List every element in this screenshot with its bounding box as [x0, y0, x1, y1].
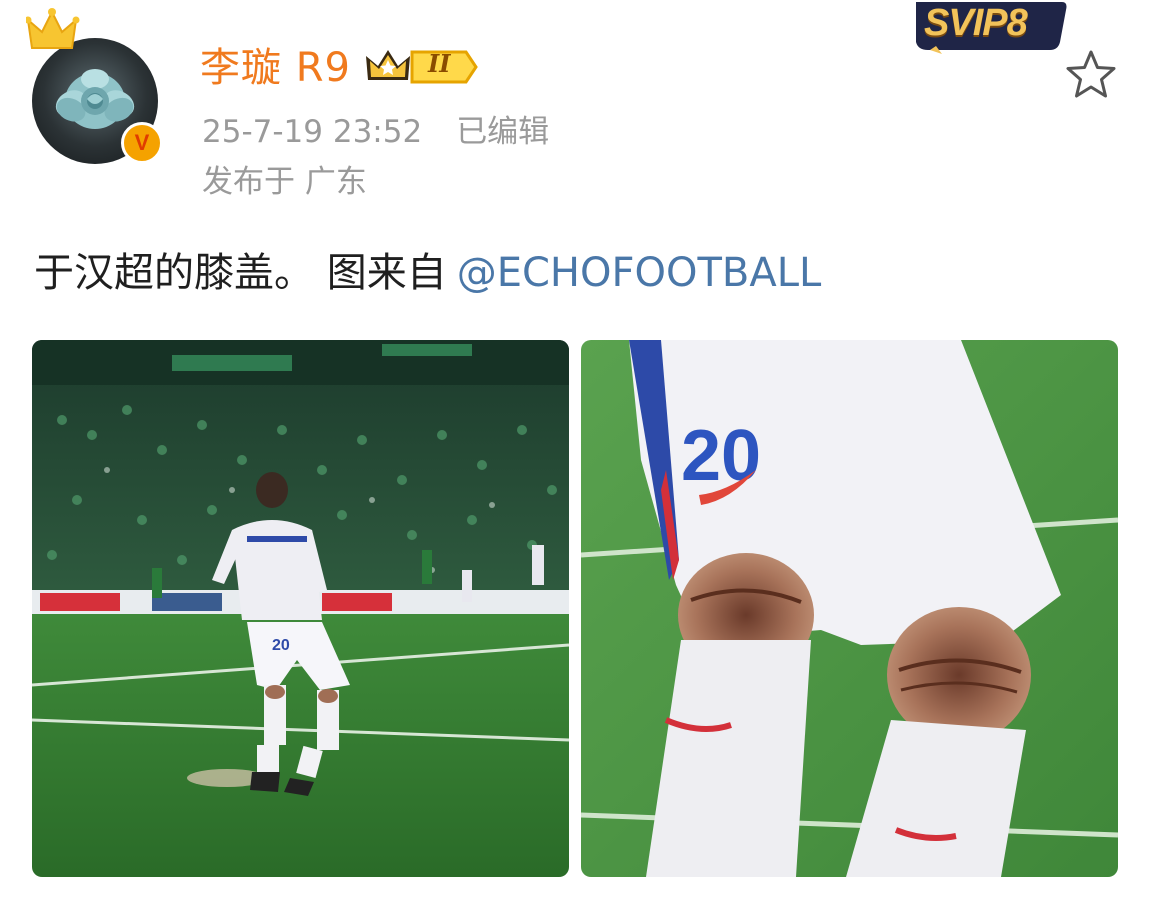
svip-badge[interactable]: SVIP8: [910, 0, 1068, 54]
svg-text:20: 20: [681, 416, 761, 496]
post-meta: 25-7-19 23:52 已编辑: [202, 110, 549, 154]
rank-badge-label: II: [428, 49, 451, 78]
crown-rank-icon: [366, 50, 478, 84]
rank-badge[interactable]: II: [362, 44, 480, 90]
post-image-1[interactable]: 20: [32, 340, 569, 877]
crown-icon: [26, 8, 80, 49]
mention-link[interactable]: @ECHOFOOTBALL: [457, 250, 822, 296]
username[interactable]: 李璇 R9: [200, 42, 351, 94]
timestamp: 25-7-19 23:52: [202, 114, 423, 150]
edited-label[interactable]: 已编辑: [456, 114, 549, 150]
post-text-body: 于汉超的膝盖。 图来自: [34, 250, 447, 296]
svip-badge-label: SVIP8: [924, 2, 1028, 44]
post-text: 于汉超的膝盖。 图来自 @ECHOFOOTBALL: [34, 244, 821, 302]
post-location: 发布于 广东: [202, 164, 367, 200]
football-player-image: 20: [32, 340, 569, 877]
player-knees-closeup-image: 20: [581, 340, 1118, 877]
post-image-2[interactable]: 20: [581, 340, 1118, 877]
star-icon[interactable]: [1064, 48, 1118, 102]
verified-v-icon: V: [121, 122, 163, 164]
weibo-post: V 李璇 R9 II SVIP8 25-7-19 23:52 已编辑 发布于 广东…: [0, 0, 1160, 919]
svg-text:20: 20: [272, 637, 290, 654]
avatar-group[interactable]: V: [26, 8, 166, 164]
